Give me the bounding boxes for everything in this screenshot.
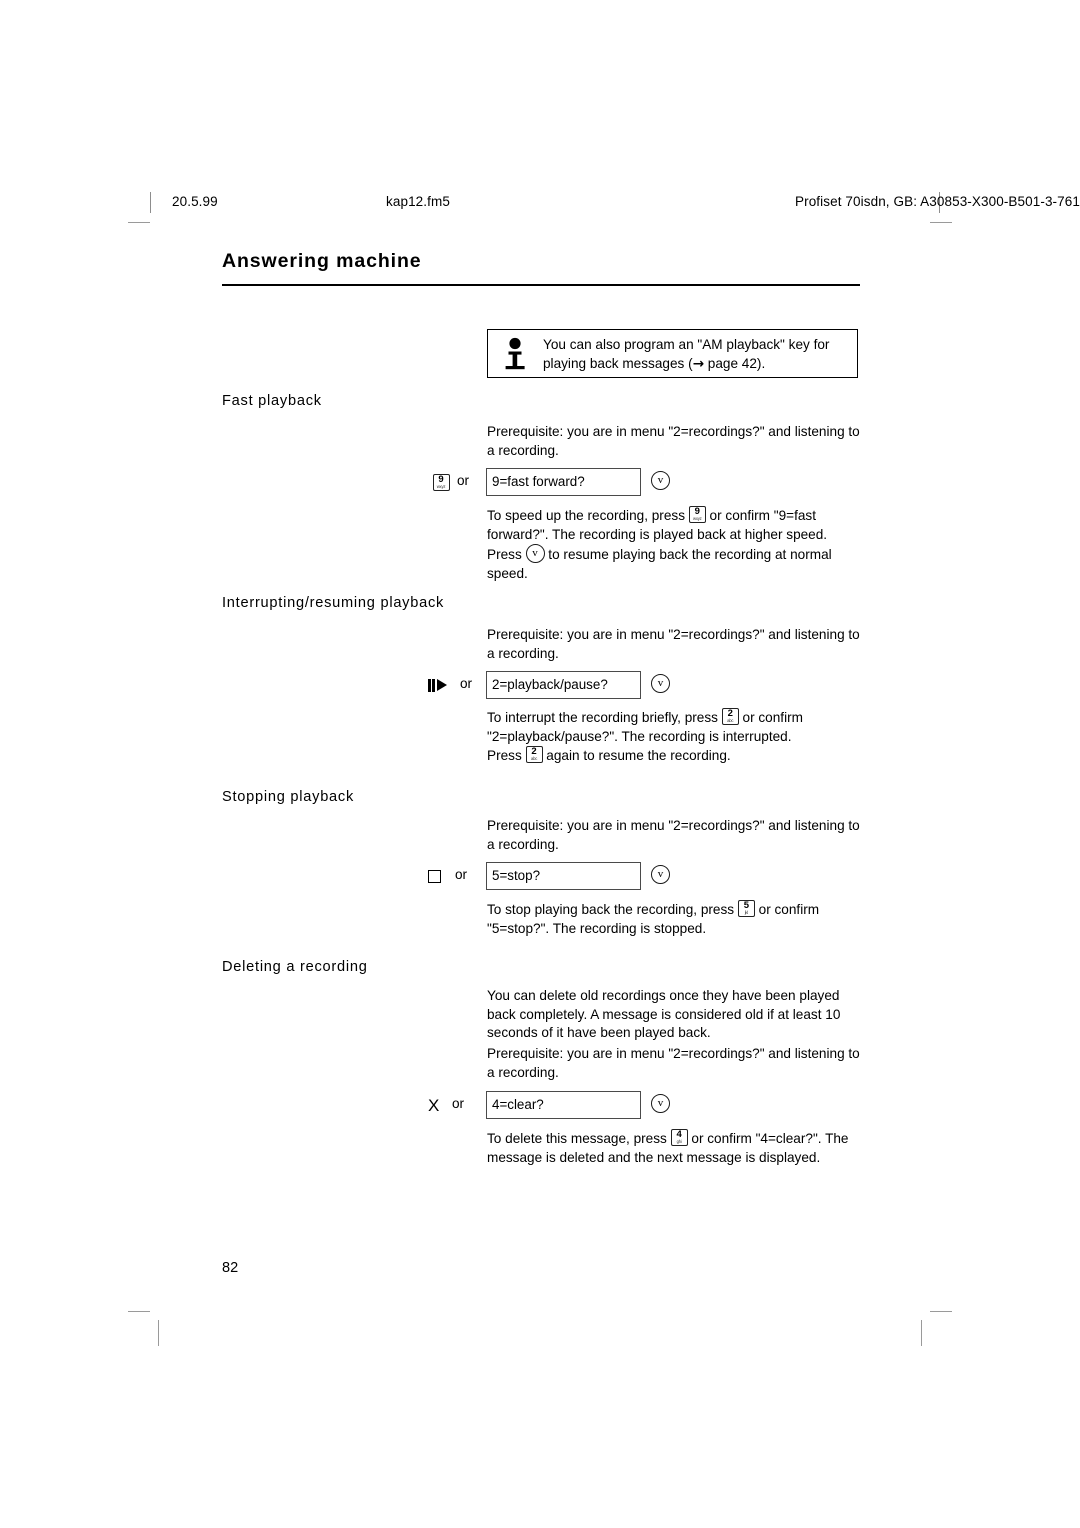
section-heading-interrupting-resuming-playback: Interrupting/resuming playback: [222, 595, 445, 611]
running-head-left-rule: [150, 192, 151, 213]
prerequisite-fast-playback: Prerequisite: you are in menu "2=recordi…: [487, 424, 860, 458]
page-title: Answering machine: [222, 250, 422, 272]
body-fast-playback: To speed up the recording, press 9 wxyz o…: [487, 506, 865, 583]
body-text-fragment: To delete this message, press: [487, 1131, 671, 1146]
confirm-checkmark-icon: v: [657, 677, 664, 689]
info-note-box: You can also program an "AM playback" ke…: [487, 329, 858, 378]
key-9-icon-inline: 9 wxyz: [688, 506, 706, 523]
confirm-key-deleting-a-recording[interactable]: v: [651, 1094, 673, 1116]
display-text-fast-forward: 9=fast forward?: [492, 474, 585, 489]
or-label-deleting-a-recording: or: [452, 1096, 465, 1111]
arrow-right-icon: →: [692, 355, 704, 372]
x-clear-icon[interactable]: X: [428, 1093, 454, 1117]
play-triangle: [437, 679, 448, 691]
pause-bar-right: [432, 678, 435, 692]
body-stopping-playback: To stop playing back the recording, pres…: [487, 900, 865, 938]
stop-square-icon[interactable]: [428, 864, 454, 888]
running-head: 20.5.99 kap12.fm5 Profiset 70isdn, GB: A…: [150, 192, 1080, 214]
or-label-interrupting-playback: or: [460, 676, 473, 691]
section-heading-fast-playback: Fast playback: [222, 393, 322, 409]
running-head-doc-id: Profiset 70isdn, GB: A30853-X300-B501-3-…: [795, 194, 1080, 209]
key-5-icon-inline: 5 jkl: [737, 900, 755, 917]
running-head-date: 20.5.99: [172, 194, 218, 209]
crop-mark-top-right: [930, 222, 952, 223]
display-box-fast-forward[interactable]: 9=fast forward?: [486, 468, 641, 496]
prerequisite-interrupting-playback: Prerequisite: you are in menu "2=recordi…: [487, 627, 860, 661]
confirm-checkmark-icon-inline: v: [525, 544, 545, 564]
confirm-checkmark-icon: v: [657, 1097, 664, 1109]
key-9-letters: wxyz: [436, 483, 446, 489]
confirm-checkmark-icon: v: [657, 474, 664, 486]
intro-deleting-a-recording: You can delete old recordings once they …: [487, 988, 841, 1041]
running-head-filename: kap12.fm5: [386, 194, 450, 209]
crop-mark-top-left: [128, 222, 150, 223]
crop-mark-bottom-right: [930, 1311, 952, 1312]
key-4-icon-inline: 4 ghi: [670, 1129, 688, 1146]
section-heading-stopping-playback: Stopping playback: [222, 789, 355, 805]
display-box-clear[interactable]: 4=clear?: [486, 1091, 641, 1119]
display-text-playback-pause: 2=playback/pause?: [492, 677, 608, 692]
page-number: 82: [222, 1260, 239, 1276]
body-text-fragment: Press: [487, 748, 526, 763]
confirm-checkmark-icon: v: [657, 868, 664, 880]
or-label-stopping-playback: or: [455, 867, 468, 882]
body-interrupting-playback: To interrupt the recording briefly, pres…: [487, 708, 865, 746]
display-box-playback-pause[interactable]: 2=playback/pause?: [486, 671, 641, 699]
section-heading-deleting-a-recording: Deleting a recording: [222, 959, 368, 975]
display-text-clear: 4=clear?: [492, 1097, 544, 1112]
key-2-icon-inline: 2 abc: [525, 746, 543, 763]
crop-mark-bottom-left: [128, 1311, 150, 1312]
display-text-stop: 5=stop?: [492, 868, 541, 883]
info-note-line-2-post: page 42).: [704, 355, 766, 371]
document-page: 20.5.99 kap12.fm5 Profiset 70isdn, GB: A…: [0, 0, 1080, 1528]
body-text-fragment: To interrupt the recording briefly, pres…: [487, 710, 722, 725]
pause-play-icon[interactable]: [428, 673, 454, 697]
body-interrupting-playback-2: Press 2 abc again to resume the recording…: [487, 746, 865, 766]
crop-mark-bottom-right-vertical: [921, 1320, 922, 1346]
body-text-fragment: To speed up the recording, press: [487, 508, 689, 523]
info-note-text: You can also program an "AM playback" ke…: [543, 336, 848, 373]
key-9-icon[interactable]: 9 wxyz: [428, 470, 454, 494]
info-note-line-2-pre: playing back messages (: [543, 355, 693, 371]
display-box-stop[interactable]: 5=stop?: [486, 862, 641, 890]
pause-bar-left: [428, 678, 431, 692]
or-label-fast-playback: or: [457, 473, 470, 488]
info-note-line-1: You can also program an "AM playback" ke…: [543, 337, 830, 352]
confirm-key-stopping-playback[interactable]: v: [651, 865, 673, 887]
title-underline-rule: [222, 284, 860, 286]
key-2-icon-inline: 2 abc: [721, 708, 739, 725]
key-9-digit: 9: [438, 473, 444, 485]
crop-mark-bottom-left-vertical: [158, 1320, 159, 1346]
prerequisite-deleting-a-recording: Prerequisite: you are in menu "2=recordi…: [487, 1046, 860, 1080]
prerequisite-stopping-playback: Prerequisite: you are in menu "2=recordi…: [487, 818, 860, 852]
body-text-fragment: To stop playing back the recording, pres…: [487, 902, 738, 917]
body-deleting-a-recording: To delete this message, press 4 ghi or co…: [487, 1129, 865, 1167]
info-icon: [502, 337, 532, 373]
body-text-fragment: again to resume the recording.: [542, 748, 731, 763]
confirm-key-interrupting-playback[interactable]: v: [651, 674, 673, 696]
confirm-key-fast-playback[interactable]: v: [651, 471, 673, 493]
